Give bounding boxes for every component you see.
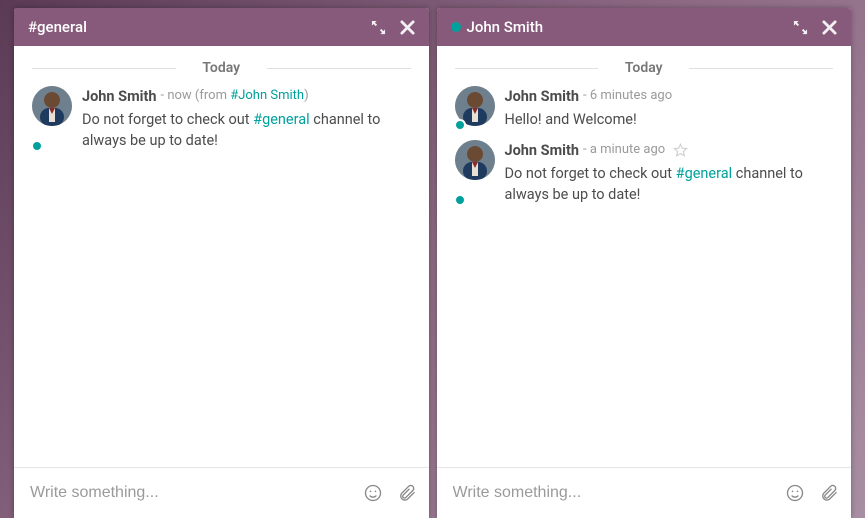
message-meta: - 6 minutes ago [583,87,672,106]
date-separator: Today [455,60,834,76]
chat-panel: #general Today John Smith [14,8,429,518]
message-author: John Smith [505,140,580,161]
expand-icon[interactable] [371,20,386,35]
message-text: Hello! and Welcome! [505,109,834,130]
channel-mention[interactable]: #general [676,165,733,182]
panel-header[interactable]: #general [14,8,429,46]
message-body: John Smith - a minute ago Do not forget … [505,140,834,205]
meta-suffix: ) [304,88,309,103]
messages-area[interactable]: Today John Smith - now (from #John Smith… [14,46,429,467]
presence-dot-icon [31,140,43,152]
message: John Smith - 6 minutes ago Hello! and We… [455,86,834,130]
message-header: John Smith - a minute ago [505,140,834,161]
panel-actions [793,20,837,35]
attachment-icon[interactable] [819,483,839,503]
presence-dot-icon [454,119,466,131]
close-icon[interactable] [400,20,415,35]
attachment-icon[interactable] [397,483,417,503]
text-part: Hello! and Welcome! [505,111,637,128]
meta-link[interactable]: #John Smith [230,88,304,103]
panel-title: John Smith [451,18,794,36]
presence-dot-icon [451,22,461,32]
avatar[interactable] [32,86,72,151]
composer [14,467,429,518]
composer-input[interactable] [449,478,776,508]
avatar[interactable] [455,140,495,205]
text-part: Do not forget to check out [505,165,676,182]
emoji-icon[interactable] [363,483,383,503]
meta-prefix: - now (from [161,88,231,103]
expand-icon[interactable] [793,20,808,35]
avatar[interactable] [455,86,495,130]
channel-mention[interactable]: #general [253,111,310,128]
emoji-icon[interactable] [785,483,805,503]
message-header: John Smith - now (from #John Smith) [82,86,411,107]
panel-header[interactable]: John Smith [437,8,852,46]
messages-area[interactable]: Today John Smith - 6 minutes ago Hello! … [437,46,852,467]
text-part: Do not forget to check out [82,111,253,128]
composer-icons [363,483,417,503]
panel-title: #general [28,18,371,36]
message-text: Do not forget to check out #general chan… [82,109,411,151]
panel-title-text: #general [28,18,87,36]
message: John Smith - a minute ago Do not forget … [455,140,834,205]
message-text: Do not forget to check out #general chan… [505,163,834,205]
message-meta: - now (from #John Smith) [161,87,309,106]
message: John Smith - now (from #John Smith) Do n… [32,86,411,151]
panel-actions [371,20,415,35]
message-author: John Smith [505,86,580,107]
chat-panel: John Smith Today John Smith - 6 mi [437,8,852,518]
star-icon[interactable] [673,143,688,158]
presence-dot-icon [454,194,466,206]
message-meta: - a minute ago [583,141,665,160]
message-body: John Smith - 6 minutes ago Hello! and We… [505,86,834,130]
message-header: John Smith - 6 minutes ago [505,86,834,107]
message-author: John Smith [82,86,157,107]
composer [437,467,852,518]
close-icon[interactable] [822,20,837,35]
composer-icons [785,483,839,503]
date-separator: Today [32,60,411,76]
message-body: John Smith - now (from #John Smith) Do n… [82,86,411,151]
panel-title-text: John Smith [467,18,544,36]
composer-input[interactable] [26,478,353,508]
